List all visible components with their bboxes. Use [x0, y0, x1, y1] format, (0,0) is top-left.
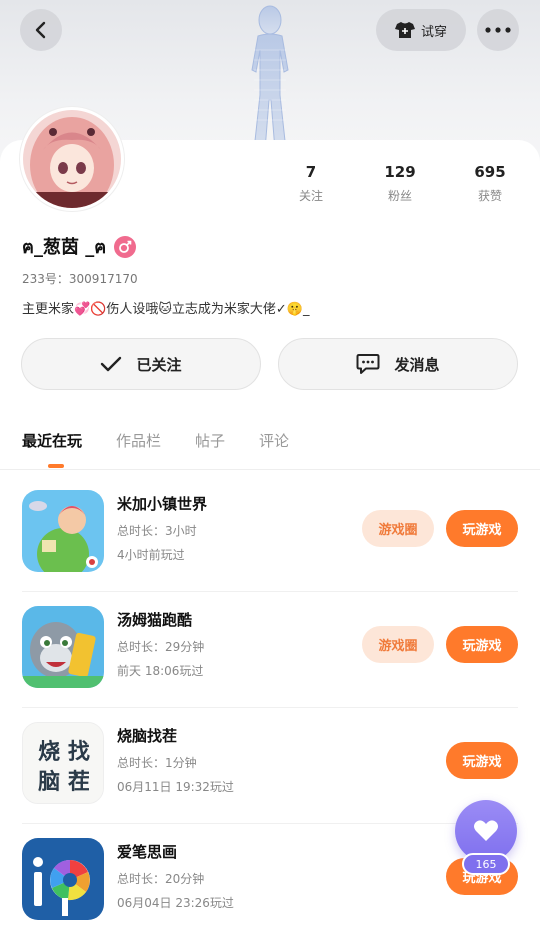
stat-fans-value: 129 [384, 163, 416, 181]
play-game-button[interactable]: 玩游戏 [446, 626, 518, 663]
game-last-played: 06月04日 23:26玩过 [117, 896, 234, 910]
tab-works[interactable]: 作品栏 [116, 430, 161, 451]
game-icon-tom-cat-run [22, 606, 104, 688]
chevron-left-icon [35, 21, 46, 39]
game-name: 爱笔思画 [117, 843, 178, 861]
like-count-badge: 165 [462, 853, 510, 875]
tab-posts[interactable]: 帖子 [195, 430, 225, 451]
game-duration: 总时长：1分钟 [117, 756, 197, 770]
play-game-button[interactable]: 玩游戏 [446, 510, 518, 547]
game-icon-brain-spot: 烧 找 脑 茬 [22, 722, 104, 804]
game-row[interactable]: 米加小镇世界 总时长：3小时 4小时前玩过 游戏圈 玩游戏 [0, 476, 540, 592]
avatar[interactable] [20, 107, 124, 211]
game-name: 烧脑找茬 [117, 727, 178, 745]
tabs-divider [0, 469, 540, 470]
game-row[interactable]: 汤姆猫跑酷 总时长：29分钟 前天 18:06玩过 游戏圈 玩游戏 [0, 592, 540, 708]
stat-likes-label: 获赞 [477, 189, 502, 203]
followed-label: 已关注 [136, 355, 182, 374]
stat-fans-label: 粉丝 [387, 189, 412, 203]
avatar-image [23, 110, 121, 208]
checkmark-icon [101, 356, 122, 372]
game-icon-miga-town [22, 490, 104, 572]
icon-text-bottom: 脑 茬 [38, 769, 90, 795]
nickname: ฅ_葱茵 _ฅ [22, 237, 107, 258]
followed-button[interactable]: 已关注 [21, 338, 261, 390]
stat-following[interactable]: 7 关注 [281, 163, 341, 204]
tshirt-icon [394, 22, 415, 38]
stat-fans[interactable]: 129 粉丝 [370, 163, 430, 204]
stat-following-label: 关注 [298, 189, 323, 203]
game-duration: 总时长：20分钟 [117, 872, 205, 886]
active-tab-indicator [48, 464, 64, 468]
game-circle-button[interactable]: 游戏圈 [362, 626, 434, 663]
tab-comments[interactable]: 评论 [259, 430, 289, 451]
game-last-played: 06月11日 19:32玩过 [117, 780, 234, 794]
more-icon [485, 27, 511, 33]
message-bubble-icon [356, 354, 380, 374]
stat-likes[interactable]: 695 获赞 [460, 163, 520, 204]
game-last-played: 前天 18:06玩过 [117, 664, 204, 678]
game-name: 米加小镇世界 [117, 495, 208, 513]
game-icon-ibis-paint [22, 838, 104, 920]
game-duration: 总时长：3小时 [117, 524, 197, 538]
game-circle-button[interactable]: 游戏圈 [362, 510, 434, 547]
try-on-button[interactable]: 试穿 [376, 9, 466, 51]
back-button[interactable] [20, 9, 62, 51]
icon-text-top: 烧 找 [38, 739, 90, 765]
play-game-button[interactable]: 玩游戏 [446, 742, 518, 779]
user-id: 233号：300917170 [22, 272, 138, 286]
game-last-played: 4小时前玩过 [117, 548, 185, 562]
tab-recent-play[interactable]: 最近在玩 [22, 430, 82, 451]
nickname-row: ฅ_葱茵 _ฅ [22, 232, 137, 261]
female-gender-icon [114, 235, 137, 258]
try-on-label: 试穿 [420, 24, 447, 40]
game-name: 汤姆猫跑酷 [117, 611, 193, 629]
character-figure-icon [251, 5, 289, 150]
profile-tabs: 最近在玩 作品栏 帖子 评论 [22, 430, 289, 451]
game-duration: 总时长：29分钟 [117, 640, 205, 654]
more-button[interactable] [477, 9, 519, 51]
heart-icon [474, 820, 498, 841]
bio-text: 主更米家💞🚫伤人设哦🐱立志成为米家大佬✓🤫_ [22, 302, 310, 317]
game-row[interactable]: 烧 找 脑 茬 烧脑找茬 总时长：1分钟 06月11日 19:32玩过 玩游戏 [0, 708, 540, 824]
stat-likes-value: 695 [474, 163, 506, 181]
message-button[interactable]: 发消息 [278, 338, 518, 390]
stat-following-value: 7 [305, 163, 317, 181]
message-label: 发消息 [394, 355, 440, 374]
